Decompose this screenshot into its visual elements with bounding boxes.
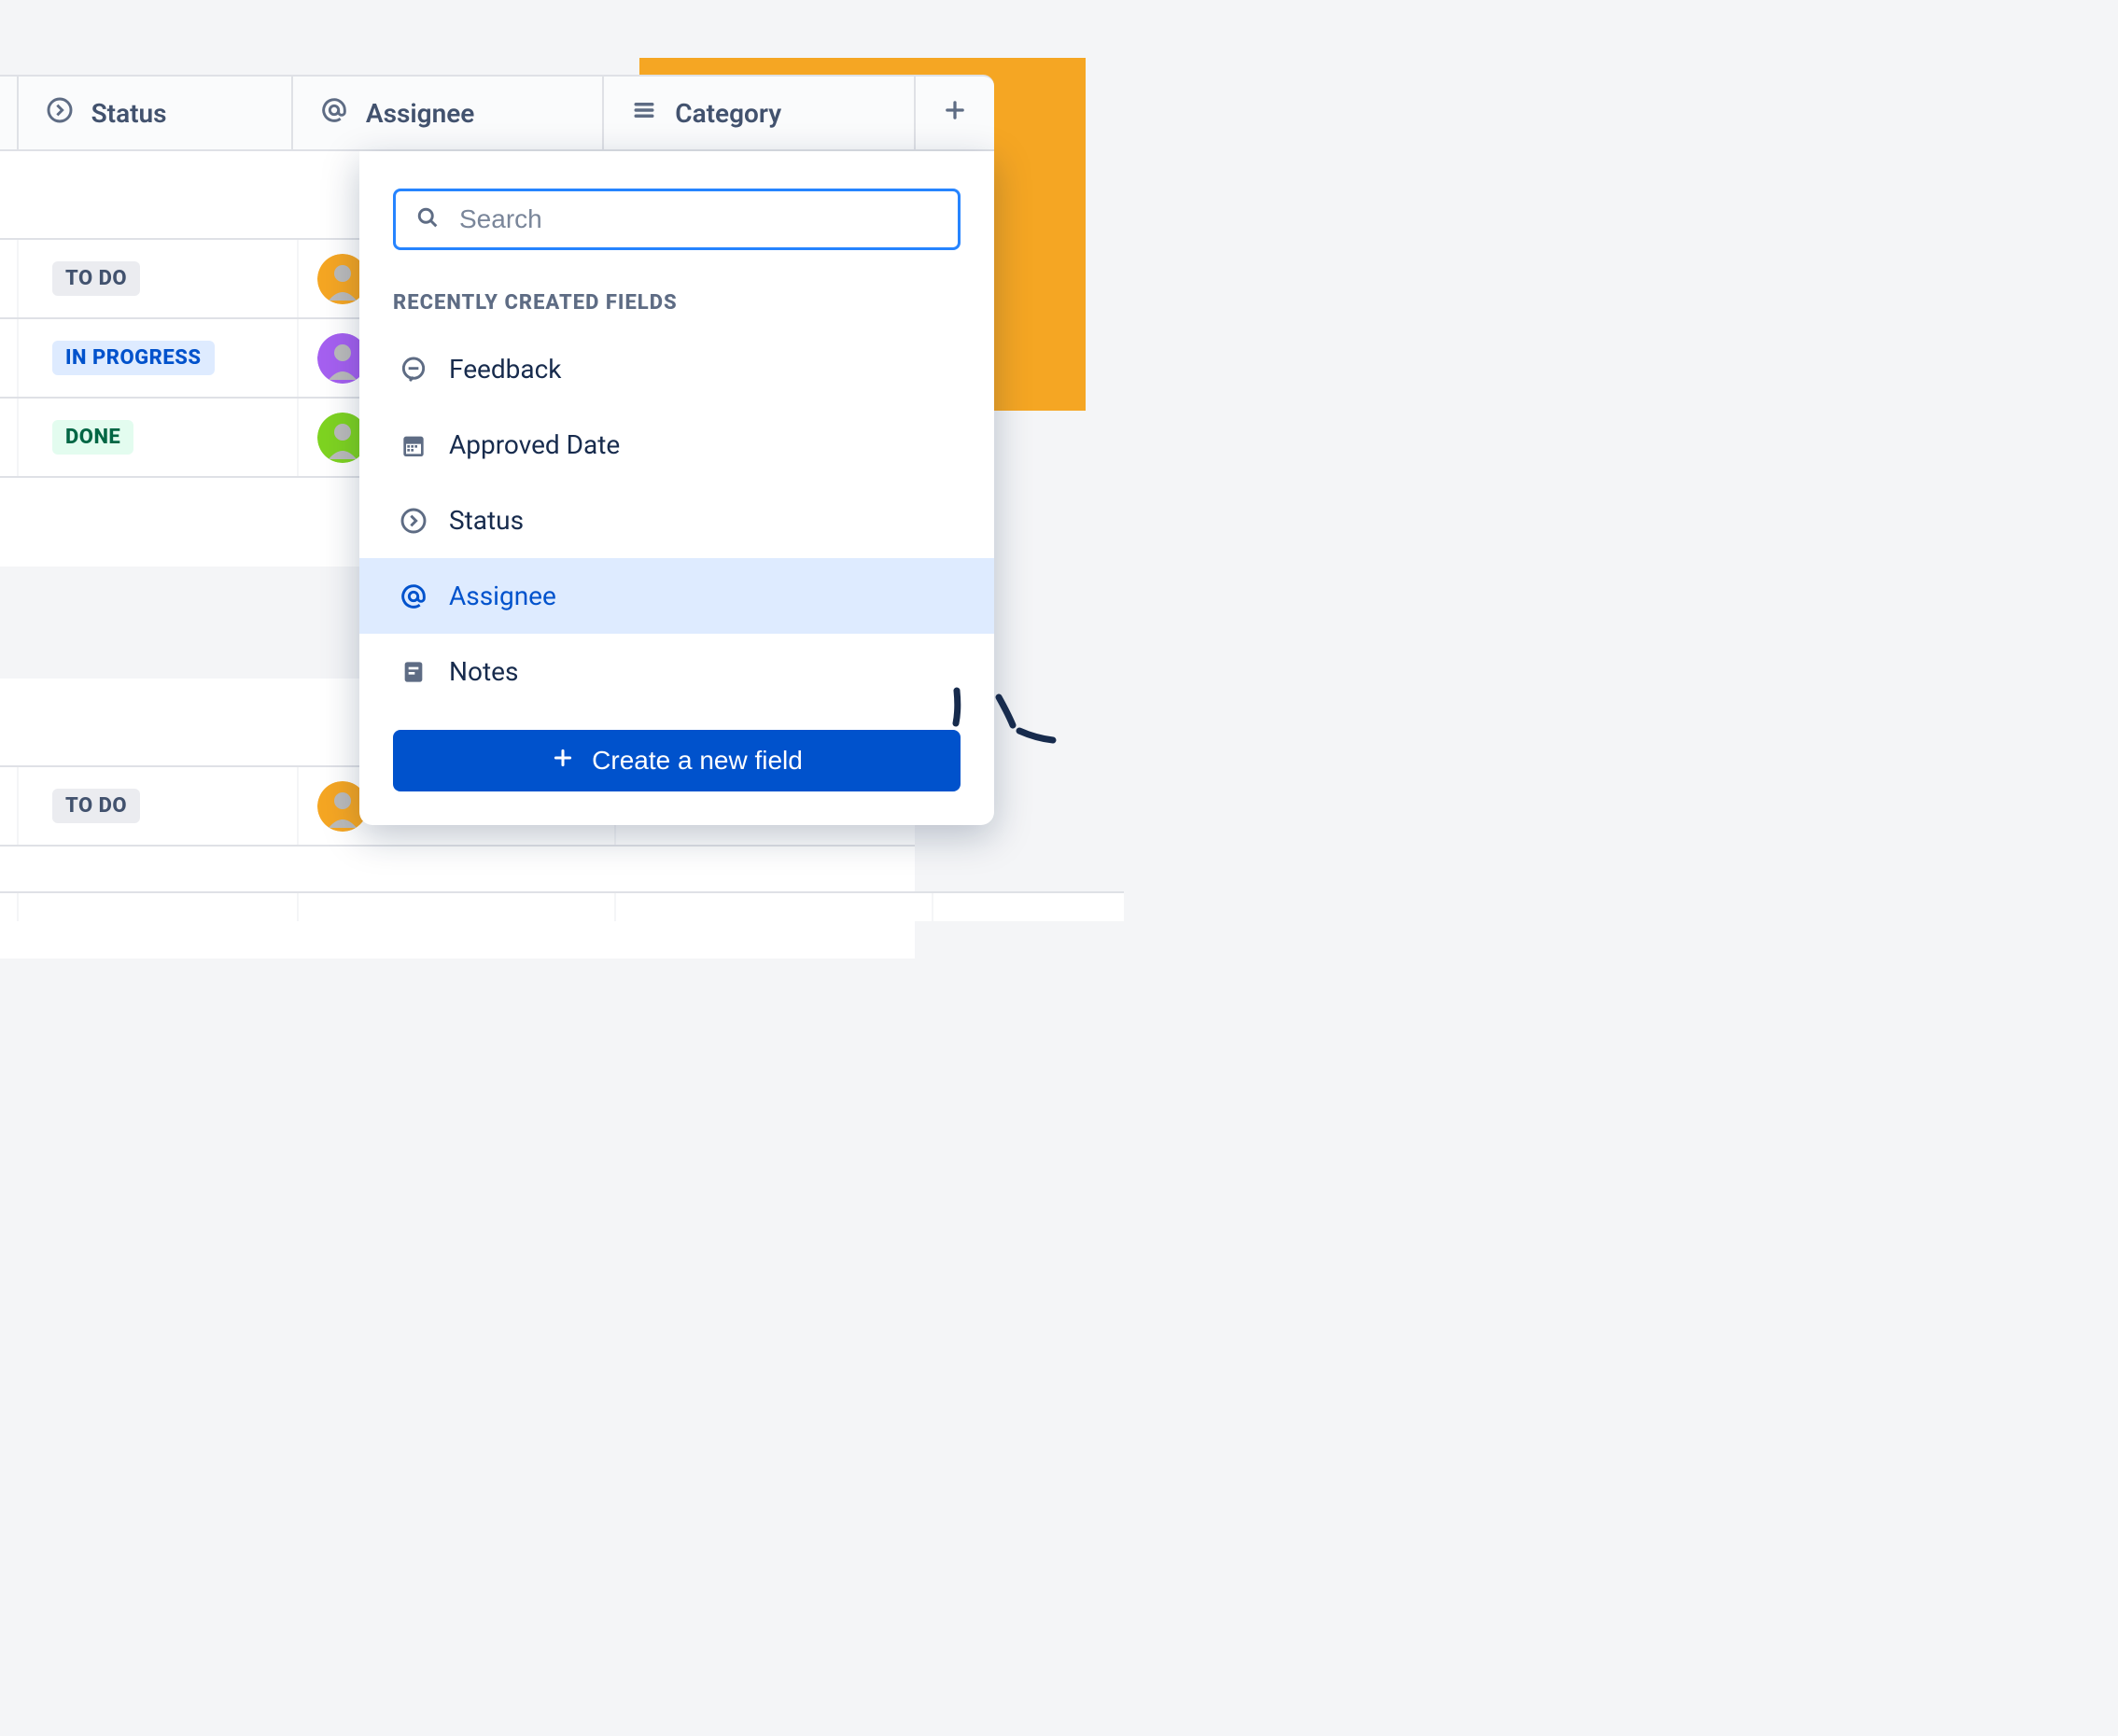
row-spacer	[0, 240, 19, 317]
section-header: RECENTLY CREATED FIELDS	[359, 278, 994, 331]
scribble-decoration	[943, 686, 1064, 764]
status-cell[interactable]: DONE	[19, 399, 299, 476]
field-option-approved-date[interactable]: Approved Date	[359, 407, 994, 483]
field-option-label: Notes	[449, 656, 518, 687]
status-badge: TO DO	[52, 261, 140, 296]
plus-icon	[551, 746, 575, 777]
at-icon	[399, 581, 428, 611]
row-spacer	[0, 319, 19, 397]
chat-icon	[399, 355, 428, 385]
row-spacer	[0, 399, 19, 476]
status-badge: TO DO	[52, 789, 140, 823]
status-cell[interactable]: IN PROGRESS	[19, 319, 299, 397]
field-picker-dropdown: RECENTLY CREATED FIELDS Feedback Approved…	[359, 151, 994, 825]
status-cell[interactable]: TO DO	[19, 240, 299, 317]
column-header-label: Category	[675, 98, 781, 129]
add-column-button[interactable]	[916, 77, 994, 149]
partial-bottom-row	[0, 891, 1124, 921]
button-label: Create a new field	[592, 746, 803, 776]
list-icon	[630, 96, 658, 131]
field-option-feedback[interactable]: Feedback	[359, 331, 994, 407]
create-new-field-button[interactable]: Create a new field	[393, 730, 961, 791]
search-icon	[414, 204, 441, 234]
status-badge: IN PROGRESS	[52, 341, 215, 375]
column-header-label: Status	[91, 98, 167, 129]
column-header-label: Assignee	[366, 98, 474, 129]
column-header-status[interactable]: Status	[19, 77, 293, 149]
at-icon	[319, 95, 349, 132]
field-option-label: Assignee	[449, 581, 556, 611]
note-icon	[399, 657, 428, 687]
search-box[interactable]	[393, 189, 961, 250]
status-cell[interactable]: TO DO	[19, 767, 299, 845]
arrow-circle-icon	[45, 95, 75, 132]
field-option-label: Approved Date	[449, 429, 620, 460]
column-header-category[interactable]: Category	[604, 77, 915, 149]
table-header-row: Status Assignee Category	[0, 75, 994, 151]
search-input[interactable]	[459, 204, 939, 234]
plus-icon	[942, 97, 968, 130]
status-badge: DONE	[52, 420, 133, 455]
field-option-notes[interactable]: Notes	[359, 634, 994, 709]
field-option-assignee[interactable]: Assignee	[359, 558, 994, 634]
field-option-label: Status	[449, 505, 524, 536]
field-option-label: Feedback	[449, 354, 561, 385]
group-gap	[0, 959, 915, 1033]
column-header-assignee[interactable]: Assignee	[293, 77, 604, 149]
arrow-circle-icon	[399, 506, 428, 536]
row-spacer	[0, 767, 19, 845]
field-option-status[interactable]: Status	[359, 483, 994, 558]
header-spacer	[0, 77, 19, 149]
calendar-icon	[399, 430, 428, 460]
